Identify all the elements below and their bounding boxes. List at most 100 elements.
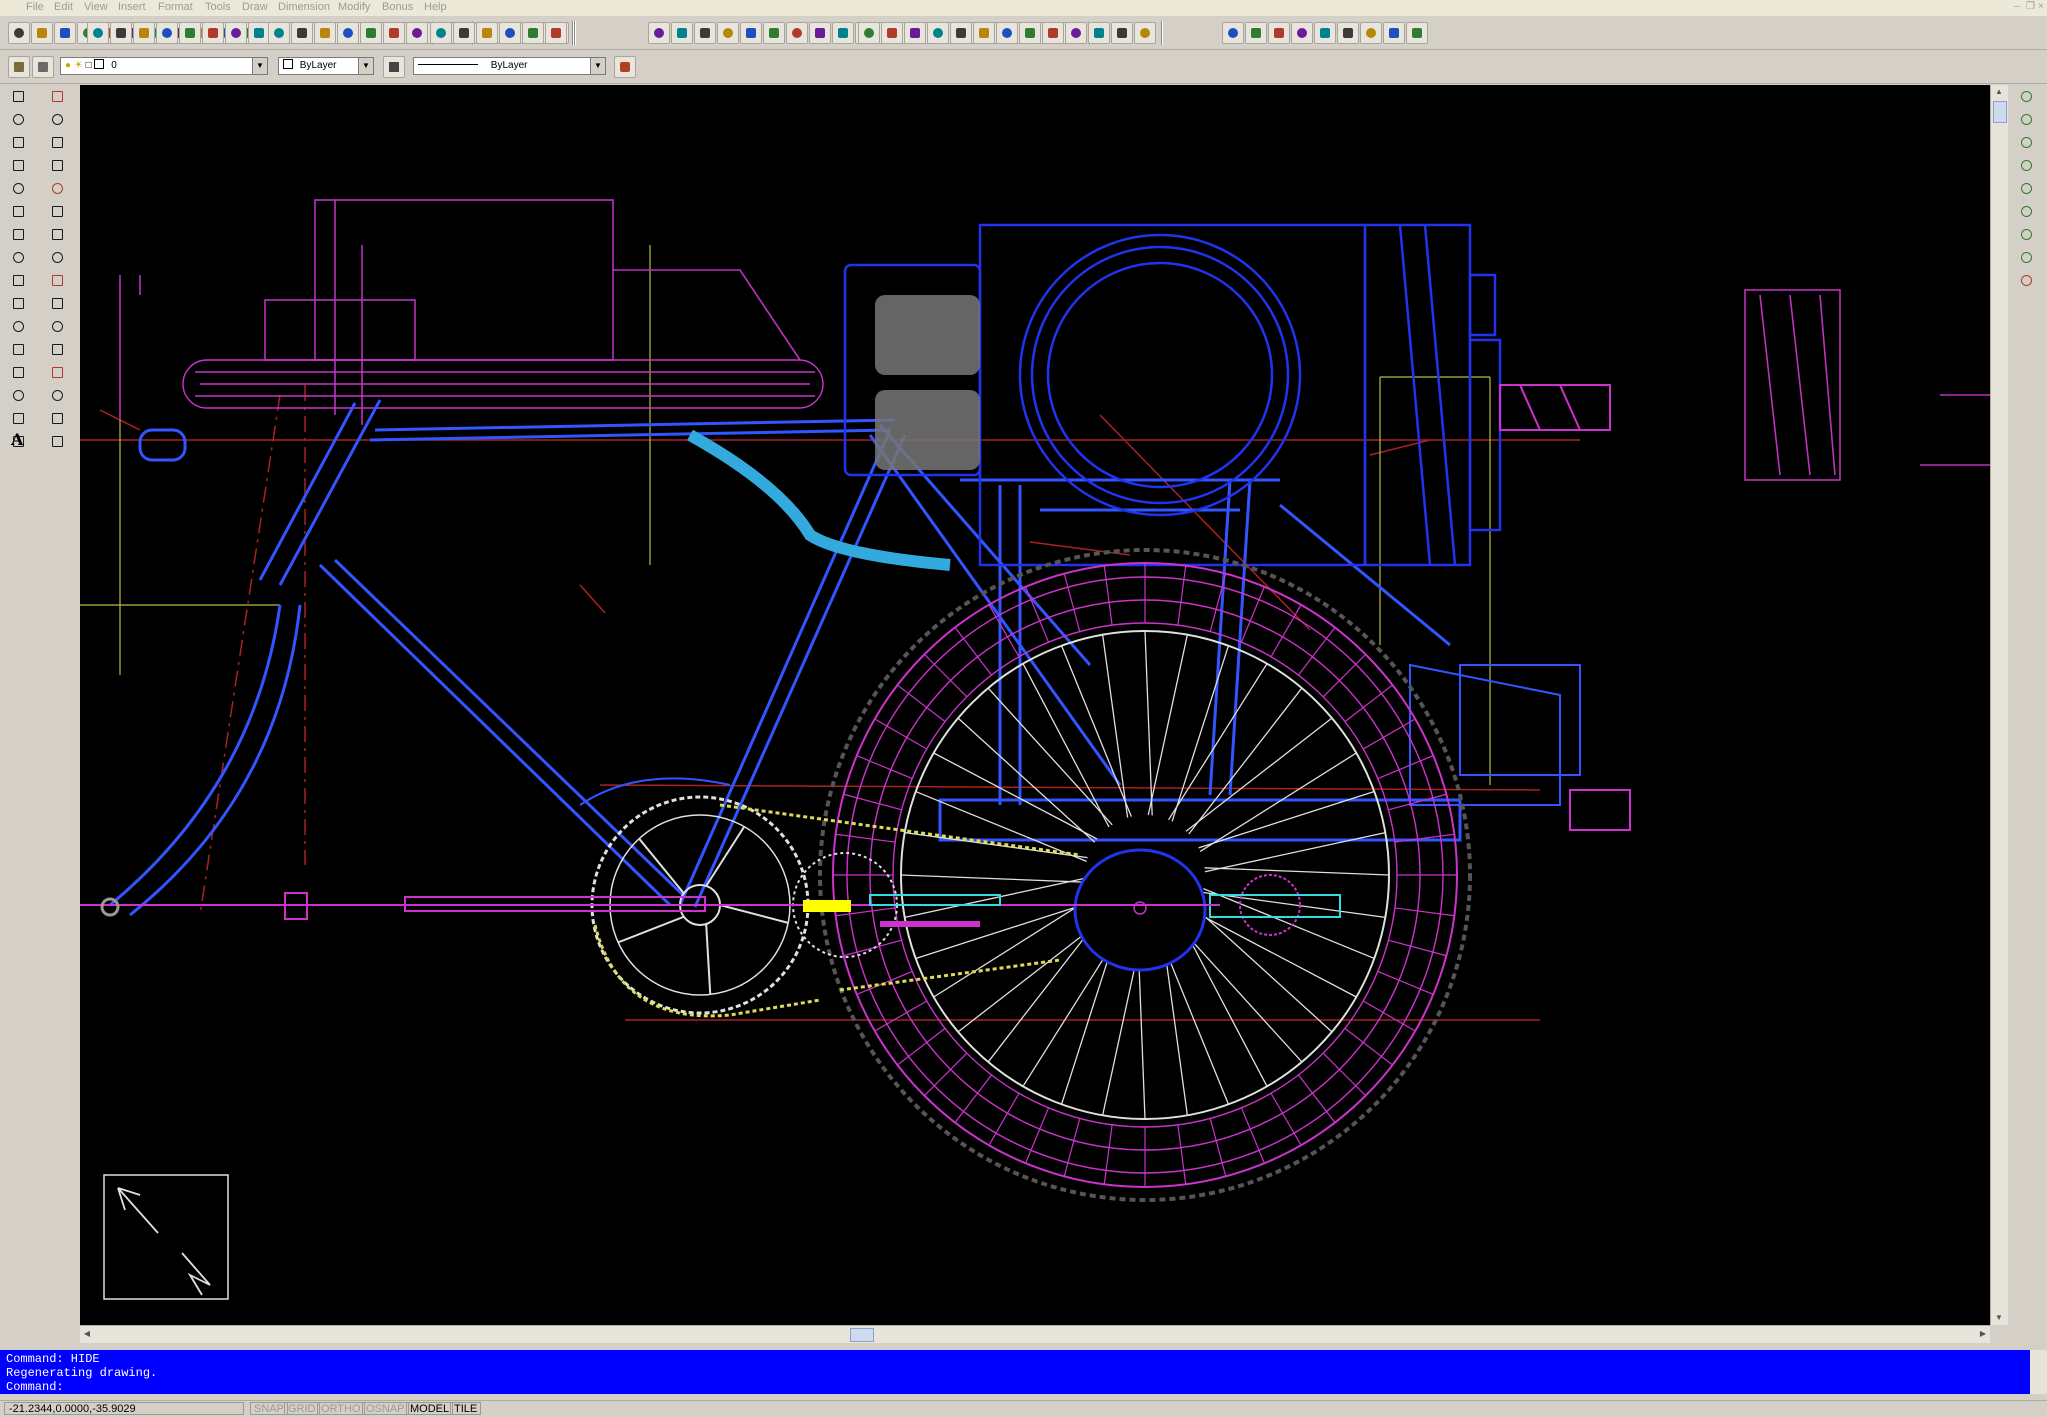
toolbar-button[interactable]	[87, 22, 109, 44]
model-toggle[interactable]: MODEL	[406, 1402, 454, 1415]
linetype-manager-button[interactable]	[383, 56, 405, 78]
draw-tool-button[interactable]	[8, 247, 30, 269]
modify-tool-button[interactable]	[47, 109, 69, 131]
toolbar-button[interactable]	[786, 22, 808, 44]
toolbar-button[interactable]	[545, 22, 567, 44]
snap-tool-button[interactable]	[2016, 224, 2038, 246]
toolbar-button[interactable]	[740, 22, 762, 44]
scroll-down-icon[interactable]: ▼	[1992, 1311, 2006, 1325]
toolbar-button[interactable]	[1406, 22, 1428, 44]
draw-tool-button[interactable]	[8, 293, 30, 315]
toolbar-button[interactable]	[383, 22, 405, 44]
toolbar-button[interactable]	[648, 22, 670, 44]
horizontal-scroll-thumb[interactable]	[850, 1328, 874, 1342]
ortho-toggle[interactable]: ORTHO	[317, 1402, 365, 1415]
toolbar-button[interactable]	[904, 22, 926, 44]
close-icon[interactable]: ×	[2038, 1, 2044, 12]
toolbar-button[interactable]	[522, 22, 544, 44]
toolbar-button[interactable]	[156, 22, 178, 44]
toolbar-button[interactable]	[202, 22, 224, 44]
menu-view[interactable]: View	[84, 1, 108, 13]
osnap-toggle[interactable]: OSNAP	[362, 1402, 409, 1415]
modify-tool-button[interactable]	[47, 270, 69, 292]
color-dropdown[interactable]: ByLayer ▼	[278, 57, 374, 75]
toolbar-button[interactable]	[1245, 22, 1267, 44]
toolbar-button[interactable]	[1314, 22, 1336, 44]
scroll-up-icon[interactable]: ▲	[1992, 85, 2006, 99]
toolbar-button[interactable]	[973, 22, 995, 44]
toolbar-button[interactable]	[763, 22, 785, 44]
toolbar-button[interactable]	[832, 22, 854, 44]
modify-tool-button[interactable]	[47, 201, 69, 223]
snap-tool-button[interactable]	[2016, 155, 2038, 177]
restore-icon[interactable]: ❐	[2026, 1, 2035, 12]
scroll-right-icon[interactable]: ▶	[1976, 1327, 1990, 1341]
toolbar-button[interactable]	[337, 22, 359, 44]
draw-tool-button[interactable]	[8, 339, 30, 361]
toolbar-button[interactable]	[1065, 22, 1087, 44]
draw-tool-button[interactable]	[8, 408, 30, 430]
layers-button[interactable]	[8, 56, 30, 78]
menu-insert[interactable]: Insert	[118, 1, 146, 13]
scroll-left-icon[interactable]: ◀	[80, 1327, 94, 1341]
menu-edit[interactable]: Edit	[54, 1, 73, 13]
draw-tool-button[interactable]	[8, 316, 30, 338]
layer-dropdown[interactable]: ● ☀ □ 0 ▼	[60, 57, 268, 75]
toolbar-button[interactable]	[671, 22, 693, 44]
horizontal-scrollbar[interactable]: ◀ ▶	[80, 1325, 1990, 1343]
menu-draw[interactable]: Draw	[242, 1, 268, 13]
minimize-icon[interactable]: –	[2014, 1, 2020, 12]
modify-tool-button[interactable]	[47, 178, 69, 200]
draw-tool-button[interactable]	[8, 109, 30, 131]
snap-tool-button[interactable]	[2016, 132, 2038, 154]
toolbar-button[interactable]	[1088, 22, 1110, 44]
modify-tool-button[interactable]	[47, 385, 69, 407]
modify-tool-button[interactable]	[47, 431, 69, 453]
draw-tool-button[interactable]	[8, 201, 30, 223]
toolbar-button[interactable]	[1337, 22, 1359, 44]
snap-tool-button[interactable]	[2016, 109, 2038, 131]
toolbar-button[interactable]	[314, 22, 336, 44]
toolbar-button[interactable]	[694, 22, 716, 44]
toolbar-button[interactable]	[1383, 22, 1405, 44]
menu-help[interactable]: Help	[424, 1, 447, 13]
toolbar-button[interactable]	[54, 22, 76, 44]
linetype-dropdown[interactable]: ByLayer ▼	[413, 57, 606, 75]
toolbar-button[interactable]	[996, 22, 1018, 44]
grid-toggle[interactable]: GRID	[284, 1402, 320, 1415]
toolbar-button[interactable]	[1042, 22, 1064, 44]
modify-tool-button[interactable]	[47, 132, 69, 154]
toolbar-button[interactable]	[406, 22, 428, 44]
toolbar-button[interactable]	[717, 22, 739, 44]
toolbar-button[interactable]	[858, 22, 880, 44]
toolbar-button[interactable]	[110, 22, 132, 44]
modify-tool-button[interactable]	[47, 408, 69, 430]
modify-tool-button[interactable]	[47, 224, 69, 246]
toolbar-button[interactable]	[809, 22, 831, 44]
snap-tool-button[interactable]	[2016, 86, 2038, 108]
menu-bonus[interactable]: Bonus	[382, 1, 413, 13]
toolbar-button[interactable]	[1222, 22, 1244, 44]
chevron-down-icon[interactable]: ▼	[590, 58, 605, 74]
vertical-scroll-thumb[interactable]	[1993, 101, 2007, 123]
menu-format[interactable]: Format	[158, 1, 193, 13]
toolbar-button[interactable]	[31, 22, 53, 44]
draw-tool-button[interactable]	[8, 178, 30, 200]
toolbar-button[interactable]	[453, 22, 475, 44]
draw-tool-button[interactable]	[8, 86, 30, 108]
modify-tool-button[interactable]	[47, 316, 69, 338]
draw-tool-button[interactable]	[8, 362, 30, 384]
toolbar-button[interactable]	[881, 22, 903, 44]
toolbar-button[interactable]	[927, 22, 949, 44]
draw-tool-button[interactable]	[8, 385, 30, 407]
modify-tool-button[interactable]	[47, 362, 69, 384]
draw-tool-button[interactable]	[8, 224, 30, 246]
draw-tool-button[interactable]	[8, 132, 30, 154]
modify-tool-button[interactable]	[47, 155, 69, 177]
toolbar-button[interactable]	[1019, 22, 1041, 44]
toolbar-button[interactable]	[133, 22, 155, 44]
chevron-down-icon[interactable]: ▼	[358, 58, 373, 74]
properties-button[interactable]	[614, 56, 636, 78]
drawing-canvas[interactable]	[80, 85, 1990, 1325]
layer-previous-button[interactable]	[32, 56, 54, 78]
